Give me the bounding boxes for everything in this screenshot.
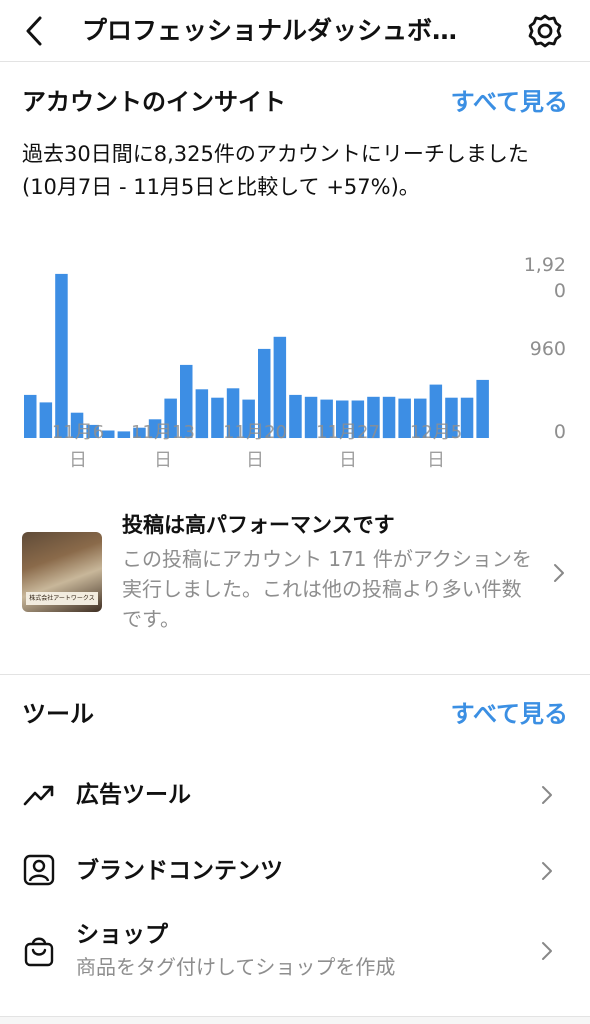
chart-bar	[195, 389, 209, 439]
tool-sublabel: 商品をタグ付けしてショップを作成	[76, 955, 396, 979]
y-tick-label: 1,92	[524, 254, 566, 276]
x-tick-label: 日	[69, 450, 87, 471]
insights-title: アカウントのインサイト	[22, 88, 286, 116]
chevron-right-icon	[542, 942, 552, 960]
chevron-right-icon	[554, 564, 564, 582]
chart-bar	[460, 397, 474, 438]
y-tick-label: 960	[530, 338, 566, 360]
chevron-right-icon	[542, 786, 552, 804]
chart-bar	[211, 397, 224, 438]
top-post-card[interactable]: 株式会社アートワークス 投稿は高パフォーマンスです この投稿にアカウント 171…	[22, 508, 568, 638]
reach-summary: 過去30日間に8,325件のアカウントにリーチしました (10月7日 - 11月…	[22, 142, 529, 199]
chevron-left-icon[interactable]	[18, 14, 52, 48]
post-thumbnail: 株式会社アートワークス	[22, 532, 102, 612]
tool-label: 広告ツール	[76, 782, 191, 808]
chart-bar	[382, 396, 396, 439]
insights-header: アカウントのインサイト すべて見る	[22, 84, 568, 120]
x-tick-label: 11月13	[131, 422, 195, 443]
post-card-title: 投稿は高パフォーマンスです	[122, 513, 395, 537]
post-card-description: この投稿にアカウント 171 件がアクションを実行しました。これは他の投稿より多…	[122, 547, 532, 631]
x-tick-label: 12月5	[410, 422, 462, 443]
chart-bar	[289, 394, 302, 438]
tool-label: ブランドコンテンツ	[76, 858, 283, 884]
tool-item-branded-content[interactable]: ブランドコンテンツ	[22, 850, 568, 894]
x-tick-label: 日	[154, 450, 172, 471]
x-tick-label: 日	[246, 450, 264, 471]
page-title: プロフェッショナルダッシュボ…	[82, 16, 458, 45]
y-tick-label: 0	[554, 280, 566, 302]
tool-label: ショップ	[76, 922, 168, 948]
shopping-bag-icon	[24, 937, 54, 967]
chart-bar	[117, 431, 131, 438]
top-bar: プロフェッショナルダッシュボ…	[0, 0, 590, 62]
x-tick-label: 11月6	[52, 422, 104, 443]
tools-header: ツール すべて見る	[22, 696, 568, 732]
insights-see-all-link[interactable]: すべて見る	[451, 84, 568, 120]
x-tick-label: 11月27	[316, 422, 380, 443]
tools-see-all-link[interactable]: すべて見る	[451, 696, 568, 732]
x-tick-label: 日	[427, 450, 445, 471]
tool-item-shop[interactable]: ショップ 商品をタグ付けしてショップを作成	[22, 918, 568, 984]
chart-bar	[24, 394, 37, 438]
tools-title: ツール	[22, 700, 94, 728]
x-tick-label: 日	[339, 450, 357, 471]
chart-bar	[476, 379, 489, 438]
reach-bar-chart: 1,92 0 960 0 11月6 日 11月13 日 11月20 日 11月27 日 12月5 日	[24, 254, 566, 471]
bottom-divider	[0, 1016, 590, 1024]
x-tick-label: 11月20	[223, 422, 287, 443]
thumbnail-caption: 株式会社アートワークス	[26, 592, 98, 605]
trending-up-icon	[23, 785, 54, 806]
chart-bar	[55, 273, 68, 438]
chevron-right-icon	[542, 862, 552, 880]
person-badge-icon	[23, 854, 55, 886]
chart-bar	[39, 402, 53, 438]
tool-item-ad-tools[interactable]: 広告ツール	[22, 774, 568, 818]
y-tick-label: 0	[554, 421, 566, 443]
gear-icon[interactable]	[526, 12, 564, 50]
section-divider	[0, 674, 590, 675]
